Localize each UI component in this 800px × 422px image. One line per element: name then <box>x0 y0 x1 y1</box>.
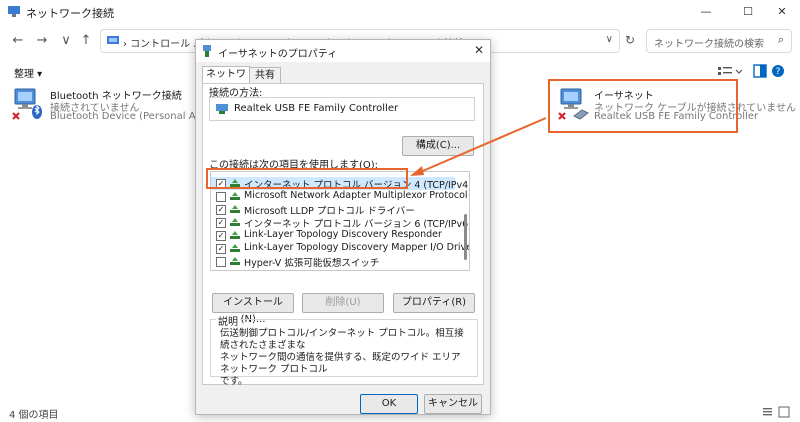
annotation-arrow <box>410 117 547 176</box>
network-connections-window: ネットワーク接続 — ☐ ✕ ← → ∨ ↑ › コントロール パネル › ネッ… <box>0 0 800 422</box>
